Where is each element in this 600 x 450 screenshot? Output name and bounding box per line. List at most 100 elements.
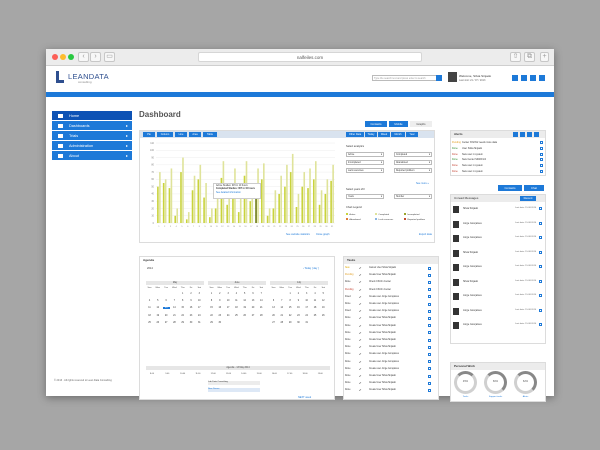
- task-item[interactable]: Done ✔ Create user Jorge Gonçalves: [345, 301, 437, 307]
- calendar-day[interactable]: 7: [278, 300, 285, 302]
- edit-icon[interactable]: [428, 345, 431, 349]
- calendar-day[interactable]: 3: [225, 293, 232, 295]
- calendar-day[interactable]: 29: [208, 322, 215, 324]
- calendar-icon[interactable]: [540, 158, 543, 162]
- edit-icon[interactable]: [428, 324, 431, 328]
- calendar-day[interactable]: 19: [241, 307, 248, 309]
- bar-active[interactable]: [318, 204, 321, 223]
- calendar-day[interactable]: 26: [241, 315, 248, 317]
- minimize-dot[interactable]: [60, 54, 66, 60]
- sidebar-item-home[interactable]: Home: [52, 111, 132, 121]
- contacts-button[interactable]: Contacts: [365, 121, 387, 127]
- bar-completed[interactable]: [297, 193, 300, 223]
- edit-icon[interactable]: [428, 352, 431, 356]
- search-button-icon[interactable]: [436, 75, 442, 81]
- calendar-day[interactable]: 3: [196, 293, 203, 295]
- calendar-icon[interactable]: [540, 152, 543, 156]
- calendar-day[interactable]: 11: [146, 307, 153, 309]
- message-item[interactable]: Silvia Sinjado Last date: 15.08.2014: [453, 249, 543, 258]
- calendar-day[interactable]: 11: [233, 300, 240, 302]
- calendar-day[interactable]: 9: [188, 300, 195, 302]
- calendar-icon[interactable]: [540, 141, 543, 144]
- user-avatar[interactable]: [448, 72, 457, 82]
- message-item[interactable]: Silvia Sinjado Last date: 15.08.2014: [453, 278, 543, 287]
- edit-icon[interactable]: [428, 302, 431, 306]
- alert-item[interactable]: Done New user in system: [452, 163, 544, 169]
- bar-completed[interactable]: [286, 164, 288, 223]
- calendar-day[interactable]: 23: [188, 315, 195, 317]
- calendar-day[interactable]: 25: [312, 315, 319, 317]
- task-item[interactable]: Fixed ✔ Create user Jorge Gonçalves: [345, 308, 437, 314]
- calendar-day[interactable]: 6: [250, 293, 257, 295]
- sidebar-item-trials[interactable]: Trials ▸: [52, 131, 132, 141]
- calendar-day[interactable]: 2: [188, 293, 195, 295]
- bar-completed[interactable]: [309, 168, 311, 223]
- calendar-day[interactable]: 1: [287, 293, 294, 295]
- chat-button[interactable]: Chat: [524, 185, 544, 191]
- bar-active[interactable]: [295, 207, 298, 223]
- calendar-day[interactable]: 17: [196, 307, 203, 309]
- open-icon[interactable]: [539, 279, 542, 283]
- bar-active[interactable]: [226, 204, 228, 223]
- calendar-day[interactable]: 16: [295, 307, 302, 309]
- bar-active[interactable]: [261, 179, 263, 223]
- bar-completed[interactable]: [320, 190, 323, 223]
- bar-active[interactable]: [185, 219, 188, 223]
- calendar-day[interactable]: 6: [163, 300, 170, 302]
- bar-completed[interactable]: [176, 208, 179, 223]
- sidebar-item-administration[interactable]: Administration ▸: [52, 141, 132, 151]
- bar-active[interactable]: [330, 180, 332, 223]
- alerts-tool-icon[interactable]: [534, 131, 539, 137]
- recent-badge[interactable]: Recent: [520, 196, 536, 201]
- calendar-day[interactable]: 10: [303, 300, 310, 302]
- calendar-day[interactable]: 6: [270, 300, 277, 302]
- calendar-day[interactable]: 24: [196, 315, 203, 317]
- bar-active[interactable]: [157, 186, 159, 223]
- calendar-day[interactable]: 12: [154, 307, 161, 309]
- sidebar-toggle-icon[interactable]: ▭: [104, 52, 115, 62]
- bar-active[interactable]: [168, 188, 171, 223]
- bar-active[interactable]: [312, 179, 315, 223]
- calendar-day[interactable]: 7: [258, 293, 265, 295]
- open-icon[interactable]: [539, 323, 542, 326]
- calendar-day[interactable]: 10: [225, 300, 232, 302]
- bar-completed[interactable]: [274, 190, 277, 223]
- task-item[interactable]: Done ✔ Create user Jorge Gonçalves: [345, 351, 437, 357]
- bar-completed[interactable]: [187, 212, 190, 223]
- calendar-day[interactable]: 31: [303, 322, 310, 324]
- task-item[interactable]: Fixed ✔ Create user Jorge Gonçalves: [345, 294, 437, 300]
- calendar-day[interactable]: 17: [303, 307, 310, 309]
- calendar-day[interactable]: 15: [287, 307, 294, 309]
- calendar-day[interactable]: 4: [146, 300, 153, 302]
- back-arrow-icon[interactable]: ‹: [78, 52, 89, 62]
- bar-active[interactable]: [174, 215, 177, 223]
- number-select[interactable]: Number ▾: [394, 194, 432, 199]
- calendar-day[interactable]: 1: [179, 293, 186, 295]
- calendar-day[interactable]: 7: [171, 300, 178, 302]
- alerts-tool-icon[interactable]: [520, 131, 525, 137]
- edit-icon[interactable]: [428, 331, 431, 335]
- calendar-day[interactable]: 1: [208, 293, 215, 295]
- task-item[interactable]: Done ✔ Create User Silvia Sinjado: [345, 344, 437, 350]
- task-item[interactable]: Pending ✔ Create User Silvia Sinjado: [345, 272, 437, 278]
- bar-completed[interactable]: [332, 164, 334, 223]
- agenda-event[interactable]: Lab Data Consulting: [208, 381, 260, 385]
- analytics-select[interactable]: Incompleted ▾: [346, 160, 384, 165]
- bar-active[interactable]: [272, 208, 275, 223]
- task-item[interactable]: New ✔ Cancel User Silvia Sinjado: [345, 265, 437, 271]
- task-item[interactable]: Done ✔ Create User Silvia Sinjado: [345, 330, 437, 336]
- calendar-day[interactable]: 31: [196, 322, 203, 324]
- chart-type-button[interactable]: Column: [157, 132, 173, 137]
- bar-active[interactable]: [278, 193, 280, 223]
- bar-active[interactable]: [237, 212, 240, 223]
- calendar-day[interactable]: 19: [154, 315, 161, 317]
- bar-completed[interactable]: [263, 163, 265, 223]
- calendar-day[interactable]: 21: [278, 315, 285, 317]
- edit-icon[interactable]: [428, 388, 431, 392]
- bar-completed[interactable]: [268, 208, 271, 223]
- bar-active[interactable]: [214, 208, 217, 223]
- edit-icon[interactable]: [428, 367, 431, 371]
- task-item[interactable]: Done ✔ Create User Silvia Sinjado: [345, 387, 437, 393]
- calendar-day[interactable]: 8: [208, 300, 215, 302]
- message-item[interactable]: Jorge Gonçalves Last date: 15.08.2014: [453, 263, 543, 272]
